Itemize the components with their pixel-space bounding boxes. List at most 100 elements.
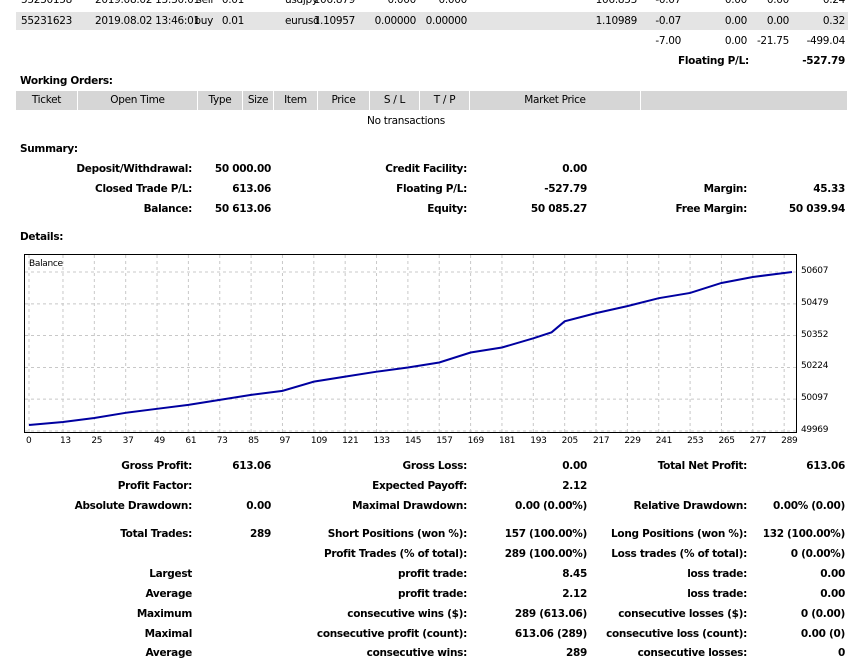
floating-pl-value: -527.79 bbox=[802, 55, 845, 67]
stat-label: Total Trades: bbox=[120, 528, 192, 540]
trade-cell: 1.10957 bbox=[313, 15, 356, 27]
column-header[interactable]: S / L bbox=[370, 91, 420, 110]
stat-label: Maximal Drawdown: bbox=[352, 500, 467, 512]
trade-cell: 55230158 bbox=[20, 0, 72, 6]
stat-label: consecutive losses ($): bbox=[618, 608, 747, 620]
stat-value: 289 (100.00%) bbox=[504, 548, 588, 560]
stat-label: Absolute Drawdown: bbox=[74, 500, 193, 512]
stat-label: consecutive losses: bbox=[637, 647, 748, 659]
stat-value: 0.00 (0.00%) bbox=[515, 500, 587, 512]
trade-cell: buy bbox=[194, 15, 213, 27]
trade-cell: 0.01 bbox=[221, 0, 244, 6]
trade-total: -499.04 bbox=[806, 35, 846, 47]
x-tick-label: 241 bbox=[655, 436, 673, 446]
y-tick-label: 50097 bbox=[801, 393, 829, 404]
y-tick-label: 50479 bbox=[801, 297, 829, 308]
column-header[interactable]: Type bbox=[198, 91, 243, 110]
x-tick-label: 205 bbox=[561, 436, 579, 446]
trade-cell: 2019.08.02 13:46:01 bbox=[95, 15, 200, 27]
working-orders-header: Ticket Open Time Type Size Item Price S / LT /… bbox=[16, 91, 848, 110]
stat-label: consecutive loss (count): bbox=[606, 628, 747, 640]
trade-cell: 0.00 bbox=[766, 15, 789, 27]
working-orders-title: Working Orders: bbox=[20, 75, 113, 87]
x-tick-label: 277 bbox=[749, 436, 767, 446]
trade-cell: 1.10989 bbox=[595, 15, 638, 27]
stat-value: 0.00 bbox=[562, 163, 587, 175]
column-header[interactable]: T / P bbox=[420, 91, 470, 110]
trade-cell: 55231623 bbox=[20, 15, 72, 27]
stat-value: 0 bbox=[837, 647, 845, 659]
x-tick-label: 253 bbox=[687, 436, 704, 446]
stat-value: 157 (100.00%) bbox=[504, 528, 588, 540]
balance-chart: Balance bbox=[24, 254, 797, 433]
y-tick-label: 50352 bbox=[801, 329, 829, 340]
stat-value: 613.06 bbox=[806, 460, 845, 472]
x-tick-label: 109 bbox=[310, 436, 328, 446]
stat-label: Short Positions (won %): bbox=[327, 528, 468, 540]
stat-value: 0 (0.00) bbox=[800, 608, 845, 620]
x-tick-label: 97 bbox=[279, 436, 291, 446]
column-header[interactable]: Market Price bbox=[470, 91, 641, 110]
x-tick-label: 145 bbox=[404, 436, 422, 446]
x-tick-label: 37 bbox=[122, 436, 134, 446]
stat-value: 289 bbox=[249, 528, 271, 540]
balance-line bbox=[28, 271, 793, 427]
stat-value: 289 bbox=[565, 647, 587, 659]
stat-label: Free Margin: bbox=[675, 203, 748, 215]
x-tick-label: 25 bbox=[91, 436, 103, 446]
column-header[interactable]: Size bbox=[243, 91, 274, 110]
no-transactions-text: No transactions bbox=[367, 115, 445, 127]
trade-cell: 0.00 bbox=[766, 0, 789, 6]
stat-label: Average bbox=[145, 647, 192, 659]
trade-cell: 2019.08.02 13:30:01 bbox=[95, 0, 200, 6]
column-header[interactable]: Open Time bbox=[78, 91, 198, 110]
trade-total: 0.00 bbox=[724, 35, 747, 47]
x-tick-label: 217 bbox=[593, 436, 610, 446]
stat-label: Maximal bbox=[144, 628, 193, 640]
column-header[interactable]: Price bbox=[318, 91, 370, 110]
x-tick-label: 181 bbox=[498, 436, 516, 446]
stat-value: 0.00 bbox=[562, 460, 587, 472]
stat-label: Gross Loss: bbox=[402, 460, 468, 472]
trade-cell: -0.07 bbox=[655, 0, 681, 6]
column-header[interactable]: Item bbox=[274, 91, 318, 110]
stat-label: consecutive wins ($): bbox=[347, 608, 467, 620]
x-tick-label: 49 bbox=[154, 436, 165, 446]
stat-label: Profit Factor: bbox=[117, 480, 193, 492]
stat-label: Balance: bbox=[143, 203, 193, 215]
stat-value: 50 000.00 bbox=[214, 163, 271, 175]
stat-value: 50 613.06 bbox=[214, 203, 271, 215]
stat-value: 613.06 bbox=[232, 183, 271, 195]
y-tick-label: 50224 bbox=[801, 361, 829, 372]
x-tick-label: 0 bbox=[26, 436, 32, 446]
y-tick-label: 49969 bbox=[801, 425, 829, 435]
x-tick-label: 265 bbox=[718, 436, 735, 446]
x-tick-label: 13 bbox=[59, 436, 71, 446]
stat-label: Credit Facility: bbox=[385, 163, 467, 175]
trade-cell: 0.00000 bbox=[425, 15, 468, 27]
stat-value: 0.00 bbox=[820, 588, 845, 600]
trade-cell: 0.000 bbox=[387, 0, 416, 6]
x-tick-label: 121 bbox=[342, 436, 359, 446]
trade-total: -7.00 bbox=[655, 35, 681, 47]
stat-label: Floating P/L: bbox=[396, 183, 467, 195]
stat-value: 50 039.94 bbox=[788, 203, 845, 215]
trade-cell: 0.32 bbox=[822, 15, 845, 27]
details-title: Details: bbox=[20, 231, 64, 243]
stat-label: Margin: bbox=[703, 183, 748, 195]
stat-label: Relative Drawdown: bbox=[633, 500, 747, 512]
trade-cell: 0.00 bbox=[724, 0, 747, 6]
column-header[interactable]: Ticket bbox=[16, 91, 78, 110]
stat-label: consecutive profit (count): bbox=[316, 628, 467, 640]
stat-value: 8.45 bbox=[562, 568, 587, 580]
stat-value: 2.12 bbox=[562, 588, 587, 600]
stat-value: 0.00% (0.00) bbox=[773, 500, 845, 512]
trade-cell: 106.853 bbox=[595, 0, 638, 6]
trade-cell: 0.00 bbox=[724, 15, 747, 27]
x-tick-label: 193 bbox=[530, 436, 547, 446]
trade-cell: 0.000 bbox=[438, 0, 467, 6]
trade-cell: 106.879 bbox=[313, 0, 356, 6]
stat-value: 0.00 bbox=[246, 500, 271, 512]
x-tick-label: 61 bbox=[185, 436, 197, 446]
column-header[interactable] bbox=[641, 91, 848, 110]
